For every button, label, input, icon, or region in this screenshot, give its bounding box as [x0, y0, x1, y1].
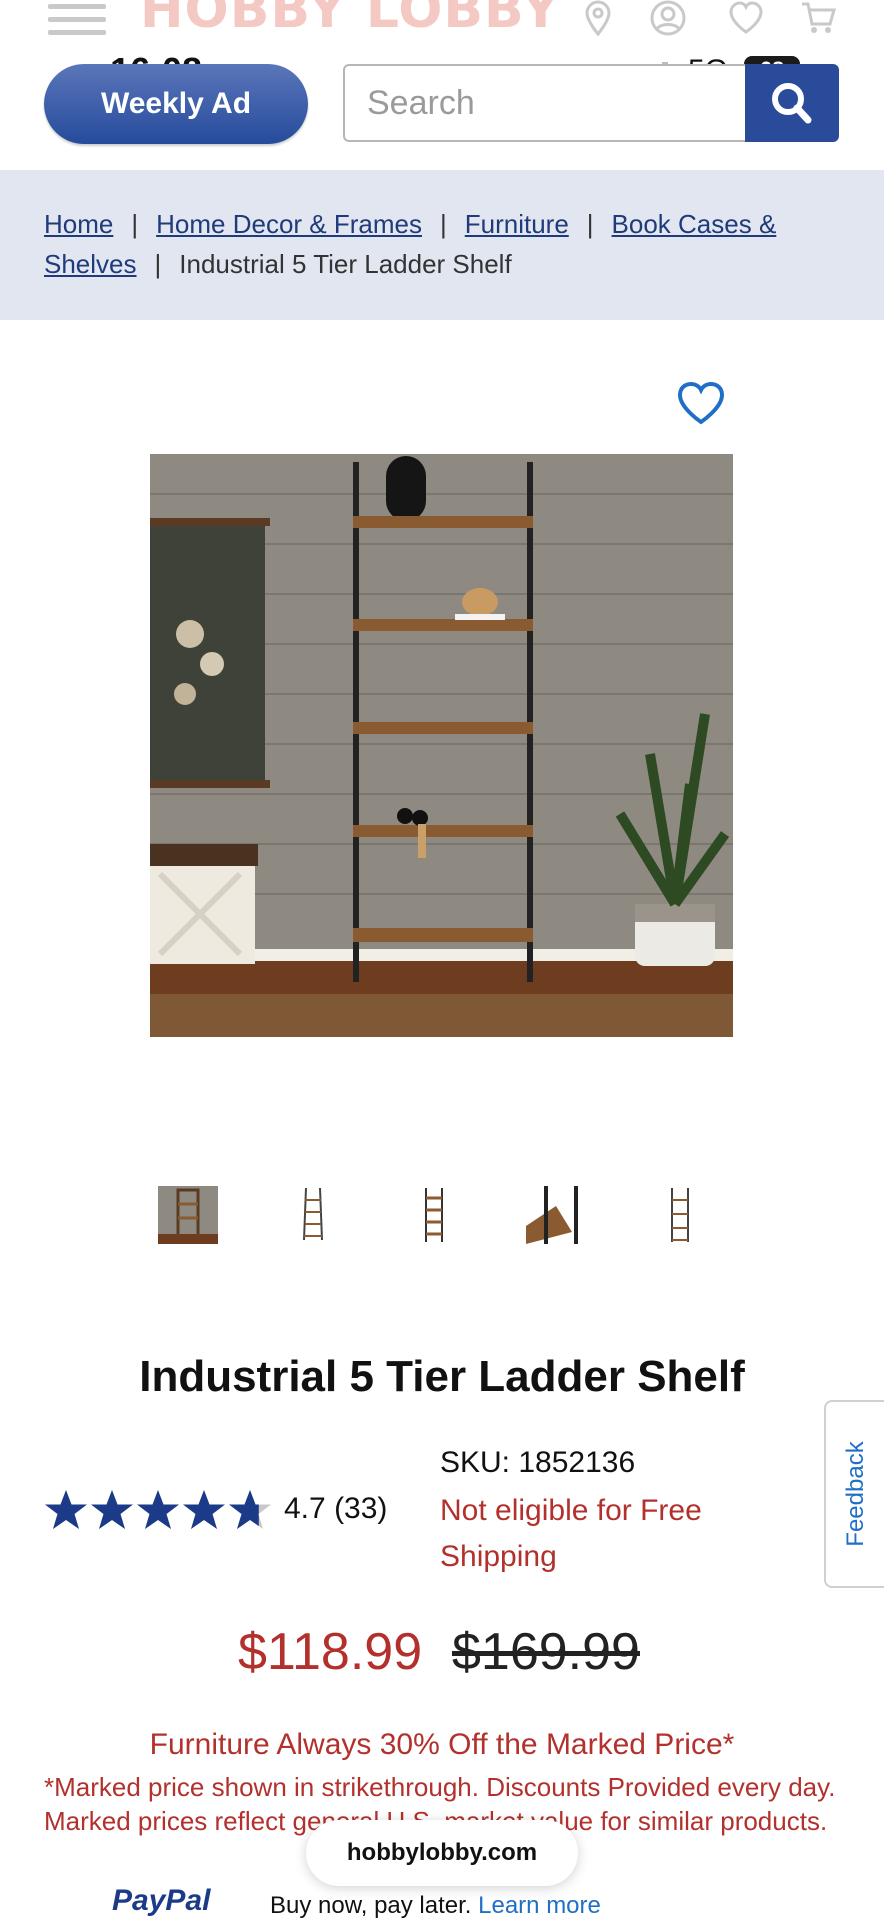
review-count: (33) — [334, 1492, 388, 1525]
promo-text: Furniture Always 30% Off the Marked Pric… — [149, 1728, 735, 1761]
paypal-logo: PayPal — [112, 1884, 211, 1917]
rating-summary[interactable]: 4.7 (33) — [284, 1492, 387, 1526]
location-icon[interactable] — [578, 0, 618, 38]
ladder-shelf-photo — [150, 454, 733, 1037]
shipping-note: Not eligible for Free Shipping — [440, 1494, 702, 1573]
wishlist-heart-icon[interactable] — [676, 380, 726, 426]
product-image[interactable] — [150, 454, 733, 1037]
product-title: Industrial 5 Tier Ladder Shelf — [139, 1352, 745, 1401]
thumbnail-1[interactable] — [158, 1186, 218, 1244]
breadcrumb-link-home-decor[interactable]: Home Decor & Frames — [156, 209, 422, 239]
breadcrumb-separator: | — [439, 209, 447, 239]
site-logo[interactable]: HOBBY LOBBY — [140, 0, 560, 40]
thumbnail-4[interactable] — [526, 1186, 586, 1244]
cart-icon[interactable] — [798, 0, 838, 38]
breadcrumb-link-home[interactable]: Home — [44, 209, 113, 239]
breadcrumb-separator: | — [154, 249, 162, 279]
feedback-label: Feedback — [842, 1441, 869, 1547]
sku-label: SKU: 1852136 — [440, 1446, 636, 1479]
breadcrumb-separator: | — [586, 209, 594, 239]
paypal-message: Buy now, pay later. Learn more — [270, 1892, 601, 1920]
account-icon[interactable] — [648, 0, 688, 38]
site-header: HOBBY LOBBY — [0, 0, 884, 50]
rating-value: 4.7 — [284, 1492, 326, 1525]
heart-icon[interactable] — [726, 0, 766, 38]
rating-stars[interactable] — [44, 1488, 272, 1532]
thumbnail-2[interactable] — [282, 1186, 342, 1244]
breadcrumb-link-furniture[interactable]: Furniture — [465, 209, 569, 239]
search-icon — [772, 83, 812, 124]
breadcrumb-separator: | — [131, 209, 139, 239]
menu-icon[interactable] — [48, 0, 106, 35]
thumbnail-5[interactable] — [650, 1186, 710, 1244]
search-button[interactable] — [745, 64, 839, 142]
paypal-text: Buy now, pay later. — [270, 1892, 472, 1919]
breadcrumb-current: Industrial 5 Tier Ladder Shelf — [179, 249, 512, 279]
browser-url-bar[interactable]: hobbylobby.com — [306, 1820, 578, 1886]
learn-more-link[interactable]: Learn more — [478, 1892, 601, 1919]
original-price: $169.99 — [452, 1623, 640, 1681]
thumbnail-3[interactable] — [404, 1186, 464, 1244]
breadcrumb: Home | Home Decor & Frames | Furniture | Book … — [44, 204, 844, 284]
sale-price: $118.99 — [238, 1623, 423, 1681]
search-input[interactable] — [343, 64, 745, 142]
weekly-ad-button[interactable]: Weekly Ad — [44, 64, 308, 144]
feedback-tab[interactable]: Feedback — [824, 1400, 884, 1588]
